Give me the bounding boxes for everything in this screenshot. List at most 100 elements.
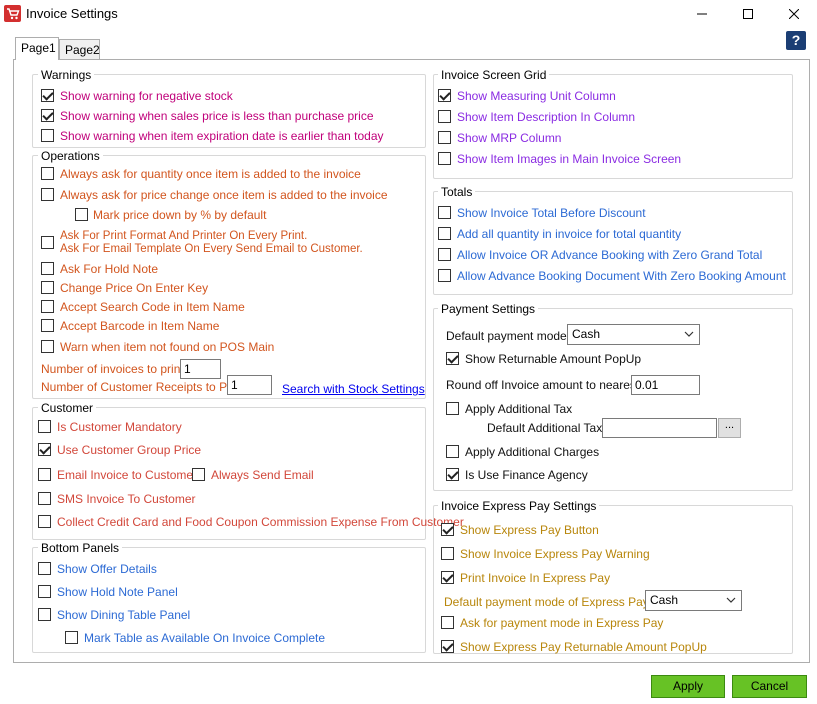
dining-table-checkbox[interactable] <box>38 608 51 621</box>
mark-table-label: Mark Table as Available On Invoice Compl… <box>84 631 326 645</box>
express-warning-checkbox[interactable] <box>441 547 454 560</box>
commission-label: Collect Credit Card and Food Coupon Comm… <box>57 515 464 529</box>
warn-pos-label: Warn when item not found on POS Main <box>60 340 275 354</box>
change-price-checkbox[interactable] <box>41 281 54 294</box>
ask-price-checkbox[interactable] <box>41 188 54 201</box>
expiration-checkbox[interactable] <box>41 129 54 142</box>
customer-mandatory-checkbox[interactable] <box>38 420 51 433</box>
item-images-label: Show Item Images in Main Invoice Screen <box>457 152 682 166</box>
print-format-checkbox[interactable] <box>41 236 54 249</box>
commission-checkbox[interactable] <box>38 515 51 528</box>
negative-stock-checkbox[interactable] <box>41 89 54 102</box>
bottom-panels-title: Bottom Panels <box>38 541 123 555</box>
zero-booking-label: Allow Advance Booking Document With Zero… <box>457 269 786 283</box>
search-code-label: Accept Search Code in Item Name <box>60 300 245 314</box>
before-discount-label: Show Invoice Total Before Discount <box>457 206 646 220</box>
always-email-checkbox[interactable] <box>192 468 205 481</box>
offer-details-label: Show Offer Details <box>57 562 157 576</box>
customer-title: Customer <box>38 401 97 415</box>
zero-grand-label: Allow Invoice OR Advance Booking with Ze… <box>457 248 763 262</box>
express-print-label: Print Invoice In Express Pay <box>460 571 611 585</box>
minimize-icon <box>697 13 707 14</box>
payment-mode-select[interactable]: Cash <box>567 324 700 345</box>
ask-quantity-label: Always ask for quantity once item is add… <box>60 167 361 181</box>
mark-table-checkbox[interactable] <box>65 631 78 644</box>
close-button[interactable] <box>771 0 817 27</box>
offer-details-checkbox[interactable] <box>38 562 51 575</box>
zero-booking-checkbox[interactable] <box>438 269 451 282</box>
express-returnable-checkbox[interactable] <box>441 640 454 653</box>
help-button[interactable]: ? <box>786 31 806 50</box>
express-pay-title: Invoice Express Pay Settings <box>438 499 600 513</box>
additional-tax-checkbox[interactable] <box>446 402 459 415</box>
stock-settings-link[interactable]: Search with Stock Settings <box>282 382 425 396</box>
operations-title: Operations <box>38 149 103 163</box>
additional-tax-label: Apply Additional Tax <box>465 402 573 416</box>
invoices-to-print-input[interactable]: 1 <box>180 359 221 379</box>
group-price-label: Use Customer Group Price <box>57 443 202 457</box>
browse-tax-button[interactable]: ... <box>718 418 741 438</box>
express-mode-select[interactable]: Cash <box>645 590 742 611</box>
receipts-to-print-input[interactable]: 1 <box>227 375 272 395</box>
express-print-checkbox[interactable] <box>441 571 454 584</box>
zero-grand-checkbox[interactable] <box>438 248 451 261</box>
chevron-down-icon <box>726 597 736 603</box>
cancel-button[interactable]: Cancel <box>732 675 807 698</box>
default-tax-label: Default Additional Tax : <box>487 421 609 435</box>
hold-note-label: Ask For Hold Note <box>60 262 159 276</box>
finance-agency-checkbox[interactable] <box>446 468 459 481</box>
item-images-checkbox[interactable] <box>438 152 451 165</box>
default-tax-input[interactable] <box>602 418 717 438</box>
ask-quantity-checkbox[interactable] <box>41 167 54 180</box>
barcode-checkbox[interactable] <box>41 319 54 332</box>
negative-stock-label: Show warning for negative stock <box>60 89 233 103</box>
maximize-icon <box>743 8 753 19</box>
dining-table-label: Show Dining Table Panel <box>57 608 191 622</box>
apply-button[interactable]: Apply <box>651 675 725 698</box>
email-invoice-label: Email Invoice to Customer <box>57 468 198 482</box>
measuring-unit-label: Show Measuring Unit Column <box>457 89 616 103</box>
all-quantity-checkbox[interactable] <box>438 227 451 240</box>
tab-page2[interactable]: Page2 <box>59 39 100 59</box>
expiration-label: Show warning when item expiration date i… <box>60 129 384 143</box>
change-price-label: Change Price On Enter Key <box>60 281 209 295</box>
minimize-button[interactable] <box>679 0 725 27</box>
email-invoice-checkbox[interactable] <box>38 468 51 481</box>
payment-mode-value: Cash <box>572 327 601 341</box>
maximize-button[interactable] <box>725 0 771 27</box>
search-code-checkbox[interactable] <box>41 300 54 313</box>
additional-charges-checkbox[interactable] <box>446 445 459 458</box>
group-price-checkbox[interactable] <box>38 443 51 456</box>
ask-price-label: Always ask for price change once item is… <box>60 188 388 202</box>
round-off-input[interactable]: 0.01 <box>631 375 700 395</box>
returnable-popup-checkbox[interactable] <box>446 352 459 365</box>
express-mode-label: Default payment mode of Express Pay : <box>444 595 656 609</box>
mrp-column-checkbox[interactable] <box>438 131 451 144</box>
all-quantity-label: Add all quantity in invoice for total qu… <box>457 227 682 241</box>
payment-mode-label: Default payment mode : <box>446 329 574 343</box>
close-icon <box>789 8 799 19</box>
window-title: Invoice Settings <box>26 6 118 21</box>
express-button-checkbox[interactable] <box>441 523 454 536</box>
mrp-column-label: Show MRP Column <box>457 131 562 145</box>
sms-invoice-checkbox[interactable] <box>38 492 51 505</box>
additional-charges-label: Apply Additional Charges <box>465 445 600 459</box>
price-less-checkbox[interactable] <box>41 109 54 122</box>
payment-settings-title: Payment Settings <box>438 302 539 316</box>
express-button-label: Show Express Pay Button <box>460 523 599 537</box>
screen-grid-title: Invoice Screen Grid <box>438 68 550 82</box>
measuring-unit-checkbox[interactable] <box>438 89 451 102</box>
express-ask-mode-checkbox[interactable] <box>441 616 454 629</box>
chevron-down-icon <box>684 331 694 337</box>
before-discount-checkbox[interactable] <box>438 206 451 219</box>
invoices-to-print-label: Number of invoices to print : <box>41 362 191 376</box>
totals-title: Totals <box>438 185 476 199</box>
express-returnable-label: Show Express Pay Returnable Amount PopUp <box>460 640 707 654</box>
hold-note-panel-checkbox[interactable] <box>38 585 51 598</box>
express-warning-label: Show Invoice Express Pay Warning <box>460 547 650 561</box>
warn-pos-checkbox[interactable] <box>41 340 54 353</box>
hold-note-checkbox[interactable] <box>41 262 54 275</box>
tab-page1[interactable]: Page1 <box>15 37 59 60</box>
mark-down-checkbox[interactable] <box>75 208 88 221</box>
item-description-checkbox[interactable] <box>438 110 451 123</box>
